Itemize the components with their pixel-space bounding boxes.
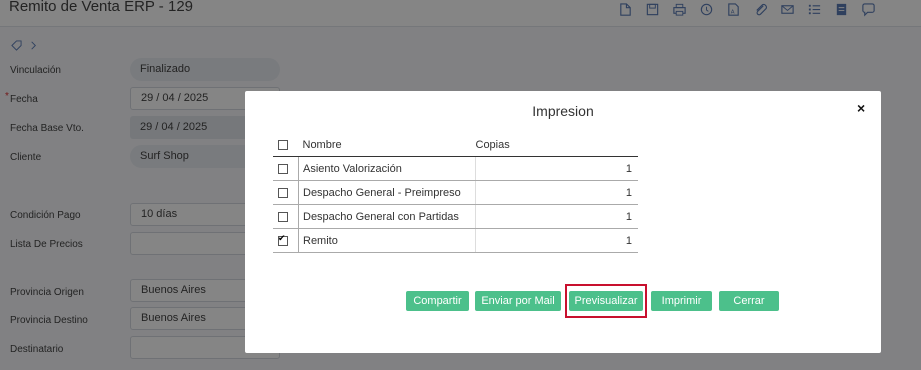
column-header-name: Nombre bbox=[298, 134, 476, 157]
row-name: Remito bbox=[298, 228, 476, 253]
row-name: Despacho General con Partidas bbox=[298, 204, 476, 229]
row-copies[interactable]: 1 bbox=[475, 180, 638, 205]
row-checkbox[interactable] bbox=[278, 211, 288, 222]
print-dialog: Impresion × Nombre Copias Asiento Valori… bbox=[245, 91, 881, 353]
previsualizar-button[interactable]: Previsualizar bbox=[569, 291, 643, 311]
column-header-copies: Copias bbox=[475, 134, 638, 157]
table-row[interactable]: Despacho General - Preimpreso 1 bbox=[273, 180, 638, 205]
row-copies[interactable]: 1 bbox=[475, 204, 638, 229]
print-table: Nombre Copias Asiento Valorización 1 Des… bbox=[273, 134, 638, 253]
compartir-button[interactable]: Compartir bbox=[406, 291, 469, 311]
cerrar-button[interactable]: Cerrar bbox=[719, 291, 779, 311]
row-copies[interactable]: 1 bbox=[475, 156, 638, 181]
dialog-title: Impresion bbox=[532, 103, 594, 119]
enviar-mail-button[interactable]: Enviar por Mail bbox=[475, 291, 561, 311]
close-icon[interactable]: × bbox=[857, 100, 865, 116]
row-name: Despacho General - Preimpreso bbox=[298, 180, 476, 205]
row-copies[interactable]: 1 bbox=[475, 228, 638, 253]
row-checkbox[interactable] bbox=[278, 187, 288, 198]
select-all-cell[interactable] bbox=[273, 134, 299, 157]
table-row[interactable]: Despacho General con Partidas 1 bbox=[273, 204, 638, 229]
row-name: Asiento Valorización bbox=[298, 156, 476, 181]
select-all-checkbox[interactable] bbox=[278, 140, 288, 151]
table-row[interactable]: Asiento Valorización 1 bbox=[273, 156, 638, 181]
row-checkbox-checked[interactable] bbox=[278, 233, 288, 246]
imprimir-button[interactable]: Imprimir bbox=[651, 291, 712, 311]
row-checkbox[interactable] bbox=[278, 163, 288, 174]
table-row[interactable]: Remito 1 bbox=[273, 228, 638, 253]
